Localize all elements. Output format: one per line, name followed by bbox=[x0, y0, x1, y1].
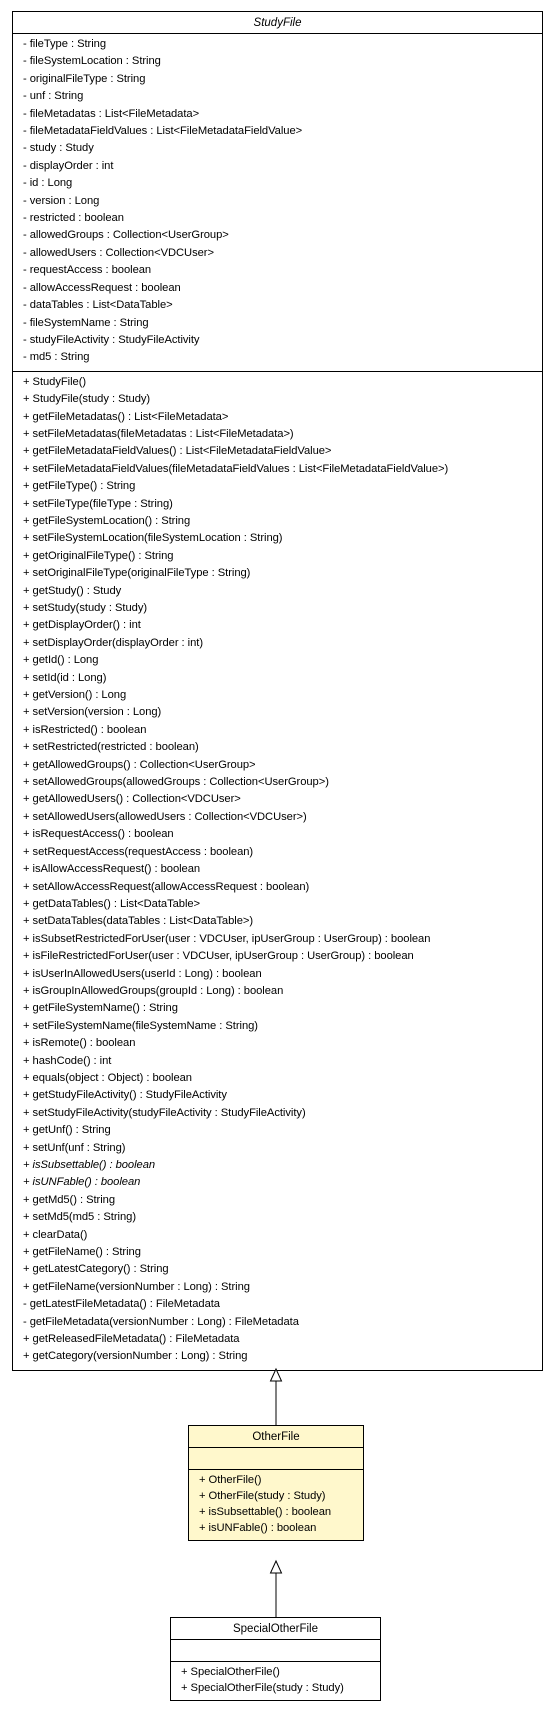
generalization-otherfile-to-studyfile bbox=[269, 1367, 283, 1425]
generalization-specialotherfile-to-otherfile bbox=[269, 1559, 283, 1617]
connectors bbox=[269, 1367, 283, 1617]
